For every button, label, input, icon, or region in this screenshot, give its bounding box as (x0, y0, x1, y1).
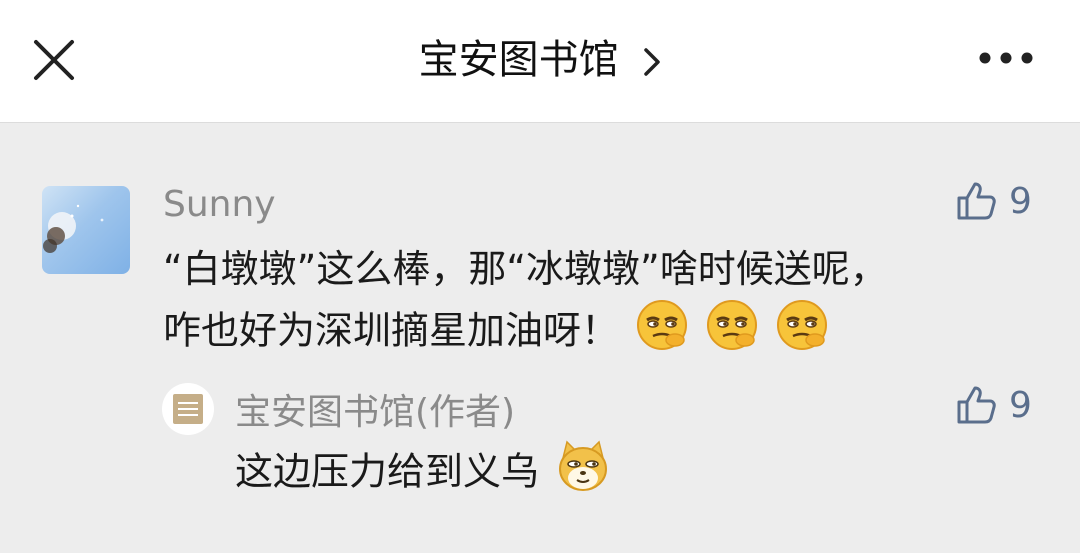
more-dots-icon (979, 52, 1033, 64)
comment-like-button[interactable]: 9 (955, 180, 1032, 222)
thumbs-up-icon (957, 386, 996, 424)
avatar[interactable] (42, 186, 130, 274)
chevron-right-icon (644, 48, 661, 76)
library-logo-icon (173, 394, 203, 424)
more-button[interactable] (976, 46, 1036, 70)
reply-like-button[interactable]: 9 (955, 384, 1032, 426)
smirk-emoji-icon (775, 298, 829, 368)
comment-text-line-2: 咋也好为深圳摘星加油呀！ (163, 298, 1043, 368)
account-title-link[interactable]: 宝安图书馆 (0, 34, 1080, 86)
reply-body: 这边压力给到义乌 (235, 438, 611, 510)
smirk-emoji-icon (635, 298, 689, 368)
thumbs-up-icon (957, 182, 996, 220)
comment-author: Sunny (163, 184, 276, 225)
doge-emoji-icon (555, 438, 611, 510)
author-avatar[interactable] (162, 383, 214, 435)
header-bar: 宝安图书馆 (0, 0, 1080, 123)
like-count: 9 (1009, 384, 1032, 426)
dandelion-photo-icon (43, 204, 104, 253)
like-count: 9 (1009, 180, 1032, 222)
comment-text-line: 咋也好为深圳摘星加油呀！ (163, 308, 620, 353)
page-title: 宝安图书馆 (418, 37, 619, 83)
reply-text: 这边压力给到义乌 (235, 449, 540, 494)
comment-text-line: “白墩墩”这么棒，那“冰墩墩”啥时候送呢， (163, 247, 888, 291)
comment-body: “白墩墩”这么棒，那“冰墩墩”啥时候送呢， 咋也好为深圳摘星加油呀！ (163, 240, 1043, 368)
smirk-emoji-icon (705, 298, 759, 368)
reply-author: 宝安图书馆(作者) (235, 392, 516, 433)
